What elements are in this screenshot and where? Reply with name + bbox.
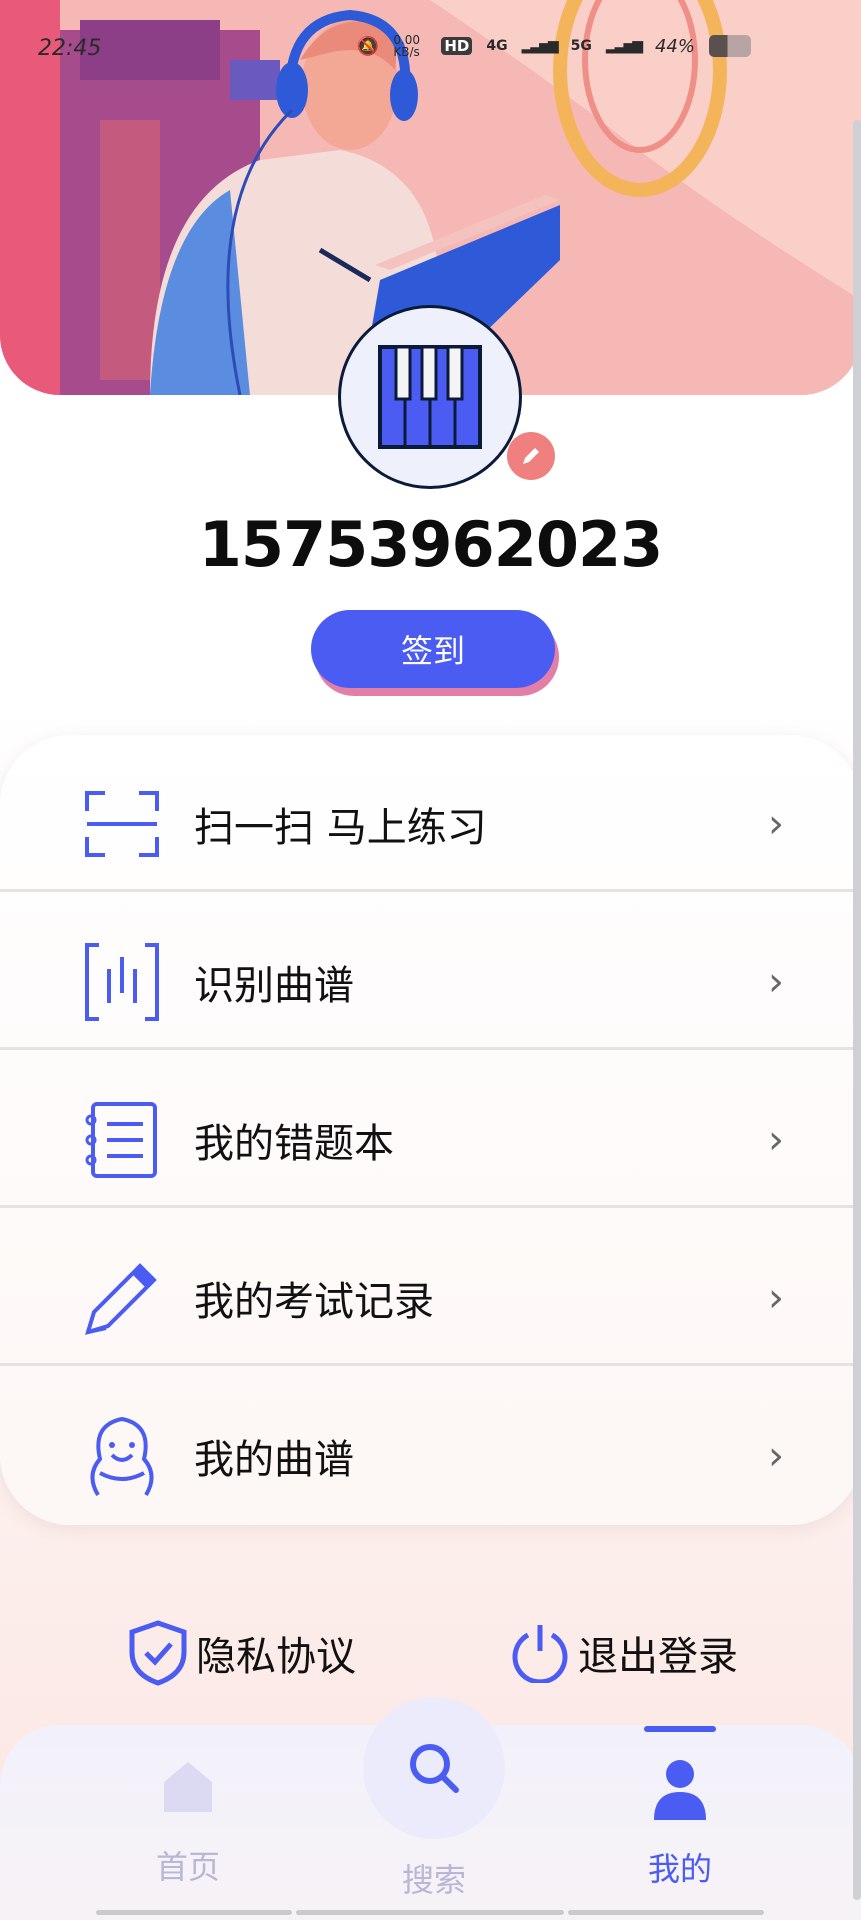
search-icon — [410, 1744, 459, 1793]
privacy-link[interactable]: 隐私协议 — [128, 1620, 356, 1686]
gesture-bar — [296, 1910, 564, 1915]
menu-item-recognize[interactable]: 识别曲谱 › — [0, 904, 861, 1060]
privacy-label: 隐私协议 — [196, 1634, 356, 1680]
nav-search[interactable] — [363, 1697, 505, 1839]
status-bar: 22:45 🔕 0.00 KB/s HD 4G ▂▃▅▆ 5G ▂▃▅▆ 44% — [0, 30, 861, 70]
nav-search-label[interactable]: 搜索 — [364, 1855, 504, 1901]
shield-check-icon — [129, 1620, 187, 1686]
mute-icon: 🔕 — [356, 35, 380, 57]
menu-item-label: 我的曲谱 — [194, 1437, 354, 1483]
battery-icon — [709, 35, 751, 57]
nav-mine[interactable]: 我的 — [610, 1752, 750, 1892]
net-speed: 0.00 KB/s — [393, 33, 421, 59]
edit-avatar-button[interactable] — [507, 432, 555, 480]
menu-item-label: 我的错题本 — [194, 1121, 394, 1167]
chevron-right-icon: › — [768, 1275, 784, 1321]
status-icons: 🔕 0.00 KB/s HD 4G ▂▃▅▆ 5G ▂▃▅▆ 44% — [357, 34, 751, 58]
chevron-right-icon: › — [768, 1433, 784, 1479]
menu-card: 扫一扫 马上练习 › 识别曲谱 › 我的错题本 › 我的考试记录 › 我的曲谱 … — [0, 735, 861, 1525]
notebook-icon — [84, 1100, 160, 1180]
nav-home[interactable]: 首页 — [118, 1752, 258, 1892]
divider — [0, 1047, 861, 1050]
chevron-right-icon: › — [768, 801, 784, 847]
gesture-bar — [96, 1910, 292, 1915]
user-icon — [654, 1760, 706, 1820]
recognize-icon — [84, 942, 160, 1022]
menu-item-my-scores[interactable]: 我的曲谱 › — [0, 1378, 861, 1525]
logout-link[interactable]: 退出登录 — [510, 1620, 738, 1686]
menu-item-label: 我的考试记录 — [194, 1279, 434, 1325]
menu-item-label: 识别曲谱 — [194, 963, 354, 1009]
nav-mine-label: 我的 — [647, 1850, 712, 1888]
scan-icon — [84, 784, 160, 864]
logout-label: 退出登录 — [578, 1634, 738, 1680]
piano-keys-icon — [378, 345, 482, 449]
nav-active-indicator — [644, 1726, 716, 1732]
signin-button[interactable]: 签到 — [311, 610, 555, 688]
scrollbar[interactable] — [853, 120, 861, 1900]
menu-item-mistake-book[interactable]: 我的错题本 › — [0, 1062, 861, 1218]
pencil-icon — [523, 448, 539, 464]
signal-5g-icon: ▂▃▅▆ — [605, 38, 643, 54]
chevron-right-icon: › — [768, 959, 784, 1005]
power-icon — [512, 1625, 568, 1683]
nav-home-label: 首页 — [155, 1848, 220, 1886]
signal-4g-icon: ▂▃▅▆ — [521, 38, 559, 54]
pencil-icon — [84, 1258, 160, 1338]
menu-item-exam-records[interactable]: 我的考试记录 › — [0, 1220, 861, 1376]
menu-item-label: 扫一扫 马上练习 — [194, 805, 487, 851]
username: 15753962023 — [198, 508, 664, 581]
avatar[interactable] — [338, 305, 522, 489]
network-5g-label: 5G — [570, 38, 592, 54]
menu-item-scan[interactable]: 扫一扫 马上练习 › — [0, 746, 861, 902]
status-time: 22:45 — [38, 36, 102, 61]
divider — [0, 1205, 861, 1208]
hd-badge: HD — [441, 37, 473, 55]
home-icon — [164, 1762, 212, 1812]
divider — [0, 889, 861, 892]
chevron-right-icon: › — [768, 1117, 784, 1163]
battery-percent: 44% — [654, 35, 695, 57]
gesture-bar — [568, 1910, 764, 1915]
mascot-icon — [84, 1416, 160, 1497]
divider — [0, 1363, 861, 1366]
network-4g-label: 4G — [486, 38, 508, 54]
